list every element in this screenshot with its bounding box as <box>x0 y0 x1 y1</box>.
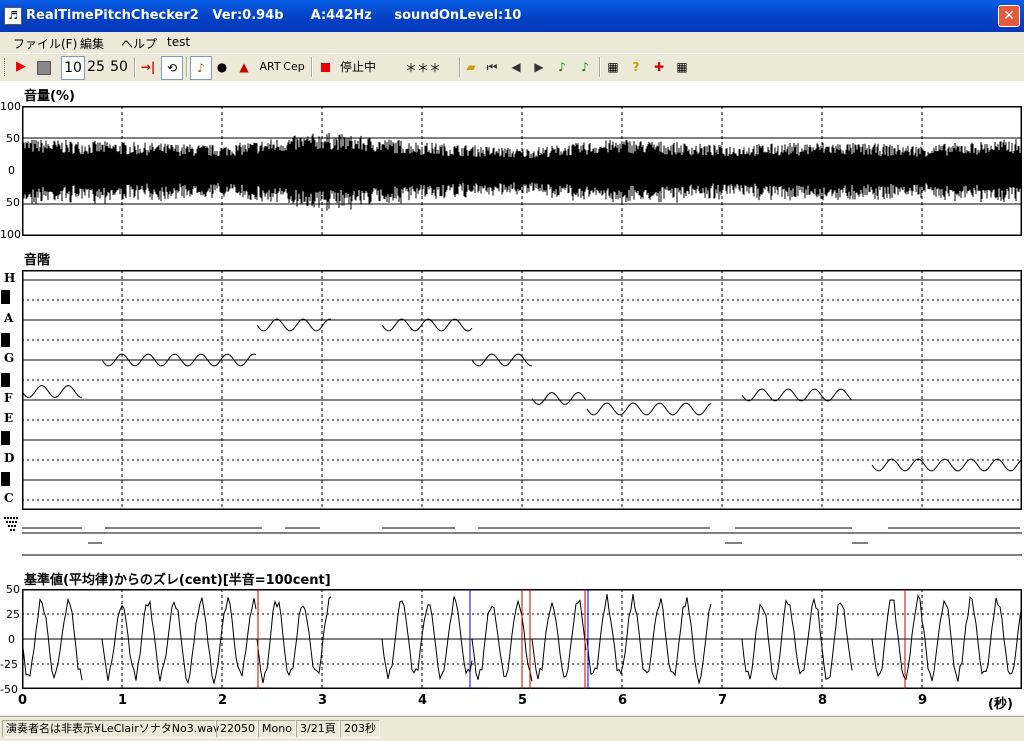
volume-tick-neg50: 50 <box>6 196 20 209</box>
note-label-f: F <box>4 391 13 405</box>
time-tick-5: 5 <box>518 693 528 708</box>
strip-dot-0-2 <box>10 517 12 519</box>
person-red-icon[interactable]: ▲ <box>235 56 253 78</box>
black-key-4 <box>1 431 10 445</box>
time-tick-9: 9 <box>918 693 928 708</box>
time-tick-3: 3 <box>318 693 328 708</box>
open-folder-icon[interactable]: ▰ <box>462 56 480 78</box>
note-label-h: H <box>4 271 16 285</box>
strip-dot-3-0 <box>10 529 12 531</box>
main-plot-area: 音量(%) 100 50 0 50 100 音階 H A G F E D C 基… <box>0 81 1024 715</box>
black-key-1 <box>1 290 10 304</box>
scale-chart <box>22 270 1022 510</box>
window-title: RealTimePitchChecker2 Ver:0.94b A:442Hz … <box>26 8 522 23</box>
dev-tick-0: 0 <box>8 633 15 646</box>
strip-dot-1-0 <box>6 521 8 523</box>
strip-dot-1-2 <box>12 521 14 523</box>
status-rate: 22050 <box>216 720 258 738</box>
record-stop-icon[interactable] <box>318 56 332 78</box>
dev-tick-neg50: -50 <box>0 683 18 696</box>
time-tick-7: 7 <box>718 693 728 708</box>
skip-back-icon[interactable]: ⏮ <box>484 56 500 78</box>
time-tick-2: 2 <box>218 693 228 708</box>
black-key-2 <box>1 333 10 347</box>
volume-title: 音量(%) <box>24 89 75 104</box>
time-tick-1: 1 <box>118 693 128 708</box>
tuning-fork-icon: ♬ <box>4 7 22 25</box>
volume-tick-50: 50 <box>6 132 20 145</box>
display-value: ＊＊＊ <box>386 56 460 80</box>
note-label-g: G <box>4 351 15 365</box>
toolbar-grip[interactable] <box>4 58 9 76</box>
note-label-a: A <box>4 311 14 325</box>
black-key-5 <box>1 472 10 486</box>
status-bar: 演奏者名は非表示¥LeClairソナタNo3.wav 22050 Mono 3/… <box>0 716 1024 741</box>
cep-button[interactable]: Cep <box>283 56 305 78</box>
note-label-d: D <box>4 451 15 465</box>
strip-dot-0-1 <box>7 517 9 519</box>
note-label-c: C <box>4 491 14 505</box>
play-icon[interactable]: ▶ <box>11 56 31 78</box>
volume-chart <box>22 106 1022 236</box>
menu-file[interactable]: ファイル(F) <box>13 35 77 52</box>
dev-tick-25: 25 <box>6 608 20 621</box>
strip-dot-2-2 <box>14 525 16 527</box>
strip-dot-3-1 <box>13 529 15 531</box>
help-icon[interactable]: ? <box>628 56 644 78</box>
time-tick-8: 8 <box>818 693 828 708</box>
note-label-e: E <box>4 411 14 425</box>
time-tick-0: 0 <box>18 693 28 708</box>
printer-icon[interactable]: ▦ <box>673 56 691 78</box>
black-key-3 <box>1 373 10 387</box>
note-alt-icon[interactable]: ♪ <box>577 56 593 78</box>
time-tick-4: 4 <box>418 693 428 708</box>
stop-icon[interactable] <box>34 56 54 78</box>
note-duration-strip <box>4 517 1022 556</box>
strip-dot-2-1 <box>11 525 13 527</box>
strip-dot-1-1 <box>9 521 11 523</box>
next-icon[interactable]: ▶ <box>531 56 547 78</box>
strip-dot-0-4 <box>16 517 18 519</box>
status-channels: Mono <box>258 720 296 738</box>
deviation-chart <box>22 589 1022 689</box>
strip-dot-0-0 <box>4 517 6 519</box>
dev-tick-neg25: -25 <box>0 658 18 671</box>
menu-bar: ファイル(F) 編集 ヘルプ test <box>0 32 1024 52</box>
scale-title: 音階 <box>24 253 51 268</box>
status-file: 演奏者名は非表示¥LeClairソナタNo3.wav <box>2 720 219 738</box>
close-button[interactable]: ✕ <box>998 5 1020 27</box>
status-length: 203秒 <box>340 720 380 738</box>
jump-end-icon[interactable]: →| <box>138 56 158 78</box>
volume-tick-100: 100 <box>0 100 21 113</box>
art-button[interactable]: ART <box>258 56 282 78</box>
zoom-50-button[interactable]: 50 <box>108 56 130 78</box>
toolbar: ▶ 10 25 50 →| ⟲ ♪ ● ▲ ART Cep 停止中 ＊＊＊ ▰ … <box>0 53 1024 82</box>
title-bar: ♬ RealTimePitchChecker2 Ver:0.94b A:442H… <box>0 0 1024 32</box>
time-unit: (秒) <box>988 697 1013 712</box>
violin-icon[interactable]: ♪ <box>190 56 212 80</box>
crosshair-icon[interactable]: ✚ <box>650 56 668 78</box>
loop-icon[interactable]: ⟲ <box>161 56 183 80</box>
menu-edit[interactable]: 編集 <box>80 35 104 52</box>
time-tick-6: 6 <box>618 693 628 708</box>
menu-help[interactable]: ヘルプ <box>121 35 157 52</box>
zoom-10-button[interactable]: 10 <box>61 56 85 80</box>
strip-dot-1-3 <box>15 521 17 523</box>
print-icon[interactable]: ▦ <box>604 56 622 78</box>
volume-tick-neg100: 100 <box>0 228 21 241</box>
status-label: 停止中 <box>339 60 376 74</box>
menu-test[interactable]: test <box>167 35 190 49</box>
deviation-title: 基準値(平均律)からのズレ(cent)[半音=100cent] <box>24 573 331 588</box>
status-page: 3/21頁 <box>296 720 340 738</box>
dev-tick-50: 50 <box>6 583 20 596</box>
zoom-25-button[interactable]: 25 <box>85 56 107 78</box>
note-icon[interactable]: ♪ <box>554 56 570 78</box>
volume-tick-0: 0 <box>8 164 15 177</box>
person-icon[interactable]: ● <box>213 56 231 78</box>
strip-dot-2-0 <box>8 525 10 527</box>
strip-dot-0-3 <box>13 517 15 519</box>
prev-icon[interactable]: ◀ <box>508 56 524 78</box>
